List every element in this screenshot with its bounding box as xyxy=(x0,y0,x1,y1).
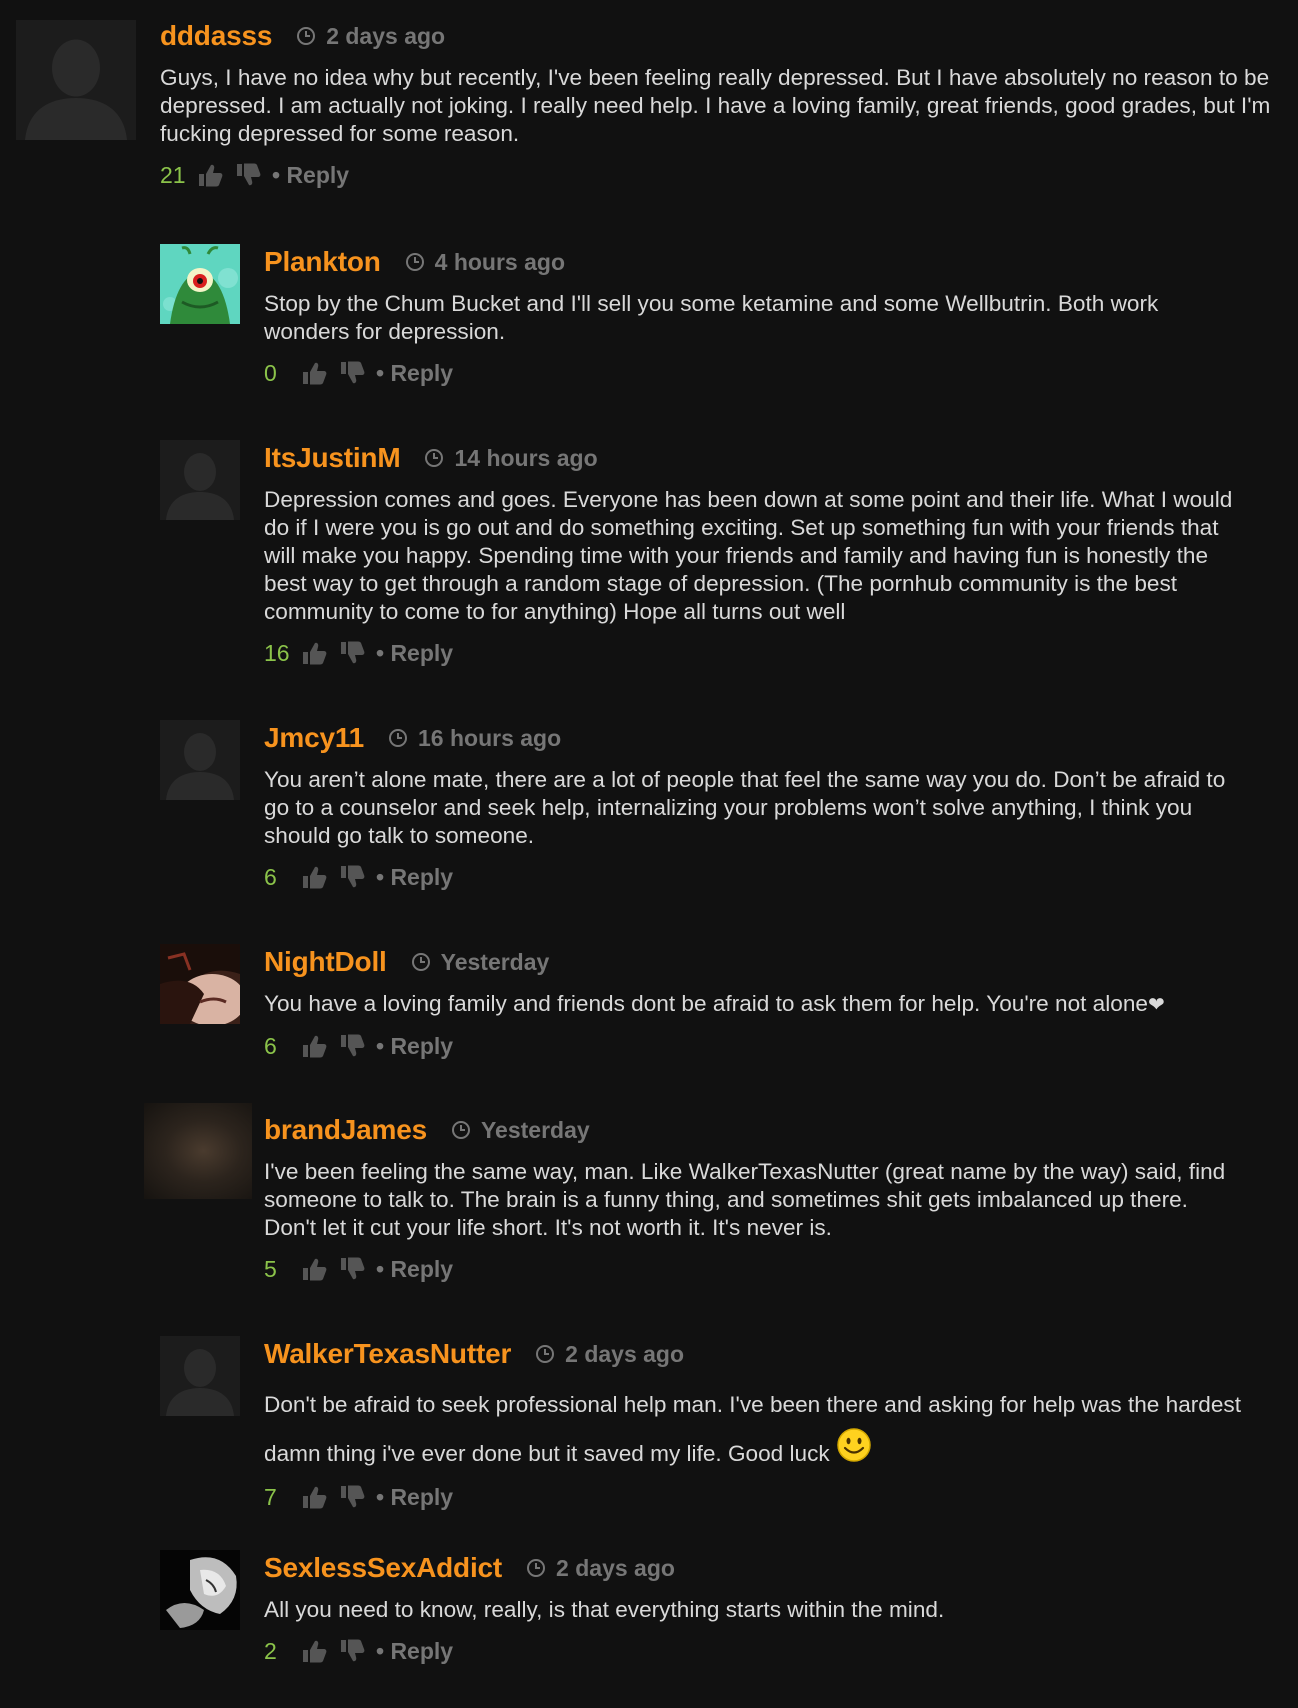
clock-icon xyxy=(411,952,431,972)
thumbs-up-icon[interactable] xyxy=(196,161,224,189)
comment-username[interactable]: dddasss xyxy=(160,20,272,52)
comment-time: 4 hours ago xyxy=(434,248,565,275)
comment-username[interactable]: Plankton xyxy=(264,246,381,278)
comment-username[interactable]: NightDoll xyxy=(264,946,387,978)
reply-link[interactable]: • Reply xyxy=(272,162,349,189)
thumbs-up-icon[interactable] xyxy=(300,1483,328,1511)
vote-count: 0 xyxy=(264,359,277,386)
vote-count: 21 xyxy=(160,161,186,188)
comment-main: brandJames Yesterday I've been feeling t… xyxy=(264,1112,1244,1284)
comment-text-container: Don't be afraid to seek professional hel… xyxy=(264,1382,1244,1476)
clock-icon xyxy=(424,448,444,468)
comment-main: dddasss 2 days ago Guys, I have no idea … xyxy=(160,18,1285,190)
vote-count: 7 xyxy=(264,1483,277,1510)
comment-main: NightDoll Yesterday You have a loving fa… xyxy=(264,944,1244,1061)
thumbs-down-icon[interactable] xyxy=(338,1032,366,1060)
clock-icon xyxy=(388,728,408,748)
thumbs-down-icon[interactable] xyxy=(338,359,366,387)
comment-text: All you need to know, really, is that ev… xyxy=(264,1597,945,1622)
thumbs-down-icon[interactable] xyxy=(338,1483,366,1511)
thumbs-down-icon[interactable] xyxy=(234,161,262,189)
comment-time: 16 hours ago xyxy=(418,724,562,751)
smiley-icon xyxy=(836,1428,871,1462)
comment-time: Yesterday xyxy=(480,1116,590,1143)
thumbs-up-icon[interactable] xyxy=(300,863,328,891)
reply-link[interactable]: • Reply xyxy=(376,360,453,387)
comment-main: ItsJustinM 14 hours ago Depression comes… xyxy=(264,440,1244,668)
thumbs-down-icon[interactable] xyxy=(338,863,366,891)
reply-link[interactable]: • Reply xyxy=(376,1256,453,1283)
comment-text: Don't be afraid to seek professional hel… xyxy=(264,1392,1241,1466)
vote-count: 5 xyxy=(264,1255,277,1282)
reply-link[interactable]: • Reply xyxy=(376,864,453,891)
comment-text: Stop by the Chum Bucket and I'll sell yo… xyxy=(264,291,1159,344)
thumbs-up-icon[interactable] xyxy=(300,639,328,667)
clock-icon xyxy=(296,26,316,46)
avatar[interactable] xyxy=(160,944,240,1024)
avatar[interactable] xyxy=(160,1550,240,1630)
comment-username[interactable]: SexlessSexAddict xyxy=(264,1552,502,1584)
reply-link[interactable]: • Reply xyxy=(376,1484,453,1511)
avatar[interactable] xyxy=(160,1336,240,1416)
clock-icon xyxy=(535,1344,555,1364)
thumbs-down-icon[interactable] xyxy=(338,1255,366,1283)
thumbs-down-icon[interactable] xyxy=(338,1637,366,1665)
comment-username[interactable]: Jmcy11 xyxy=(264,722,364,754)
comment-time: Yesterday xyxy=(440,948,550,975)
clock-icon xyxy=(451,1120,471,1140)
vote-count: 16 xyxy=(264,639,290,666)
vote-count: 6 xyxy=(264,1032,277,1059)
comment-username[interactable]: WalkerTexasNutter xyxy=(264,1338,511,1370)
avatar[interactable] xyxy=(16,20,136,140)
comment-text: Guys, I have no idea why but recently, I… xyxy=(160,65,1271,146)
comment-time: 2 days ago xyxy=(565,1340,685,1367)
bw-photo-avatar xyxy=(160,1550,240,1630)
comment-text: You have a loving family and friends don… xyxy=(264,991,1148,1016)
thumbs-up-icon[interactable] xyxy=(300,1032,328,1060)
face-photo-avatar xyxy=(160,944,240,1024)
user-silhouette-icon xyxy=(160,720,240,800)
user-silhouette-icon xyxy=(16,20,136,140)
thumbs-up-icon[interactable] xyxy=(300,1255,328,1283)
comment-time: 14 hours ago xyxy=(454,444,598,471)
comment-username[interactable]: ItsJustinM xyxy=(264,442,401,474)
avatar[interactable] xyxy=(160,720,240,800)
plankton-avatar-image xyxy=(160,244,240,324)
comment-text: I've been feeling the same way, man. Lik… xyxy=(264,1159,1226,1240)
comment-username[interactable]: brandJames xyxy=(264,1114,427,1146)
thumbs-up-icon[interactable] xyxy=(300,359,328,387)
reply-link[interactable]: • Reply xyxy=(376,640,453,667)
reply-link[interactable]: • Reply xyxy=(376,1638,453,1665)
clock-icon xyxy=(405,252,425,272)
user-silhouette-icon xyxy=(160,1336,240,1416)
avatar[interactable] xyxy=(144,1103,252,1199)
comment-main: WalkerTexasNutter 2 days ago Don't be af… xyxy=(264,1336,1244,1512)
avatar[interactable] xyxy=(160,244,240,324)
heart-icon: ❤ xyxy=(1147,994,1165,1016)
comment-time: 2 days ago xyxy=(326,22,446,49)
clock-icon xyxy=(526,1558,546,1578)
comment-main: SexlessSexAddict 2 days ago All you need… xyxy=(264,1550,1244,1666)
vote-count: 6 xyxy=(264,863,277,890)
comment-text-container: You have a loving family and friends don… xyxy=(264,990,1244,1019)
user-silhouette-icon xyxy=(160,440,240,520)
avatar[interactable] xyxy=(160,440,240,520)
reply-link[interactable]: • Reply xyxy=(376,1033,453,1060)
comment-text: You aren’t alone mate, there are a lot o… xyxy=(264,767,1226,848)
thumbs-down-icon[interactable] xyxy=(338,639,366,667)
comment-main: Jmcy11 16 hours ago You aren’t alone mat… xyxy=(264,720,1244,892)
comment-time: 2 days ago xyxy=(556,1554,675,1581)
comment-text: Depression comes and goes. Everyone has … xyxy=(264,487,1233,624)
vote-count: 2 xyxy=(264,1637,277,1664)
thumbs-up-icon[interactable] xyxy=(300,1637,328,1665)
comment-main: Plankton 4 hours ago Stop by the Chum Bu… xyxy=(264,244,1244,388)
